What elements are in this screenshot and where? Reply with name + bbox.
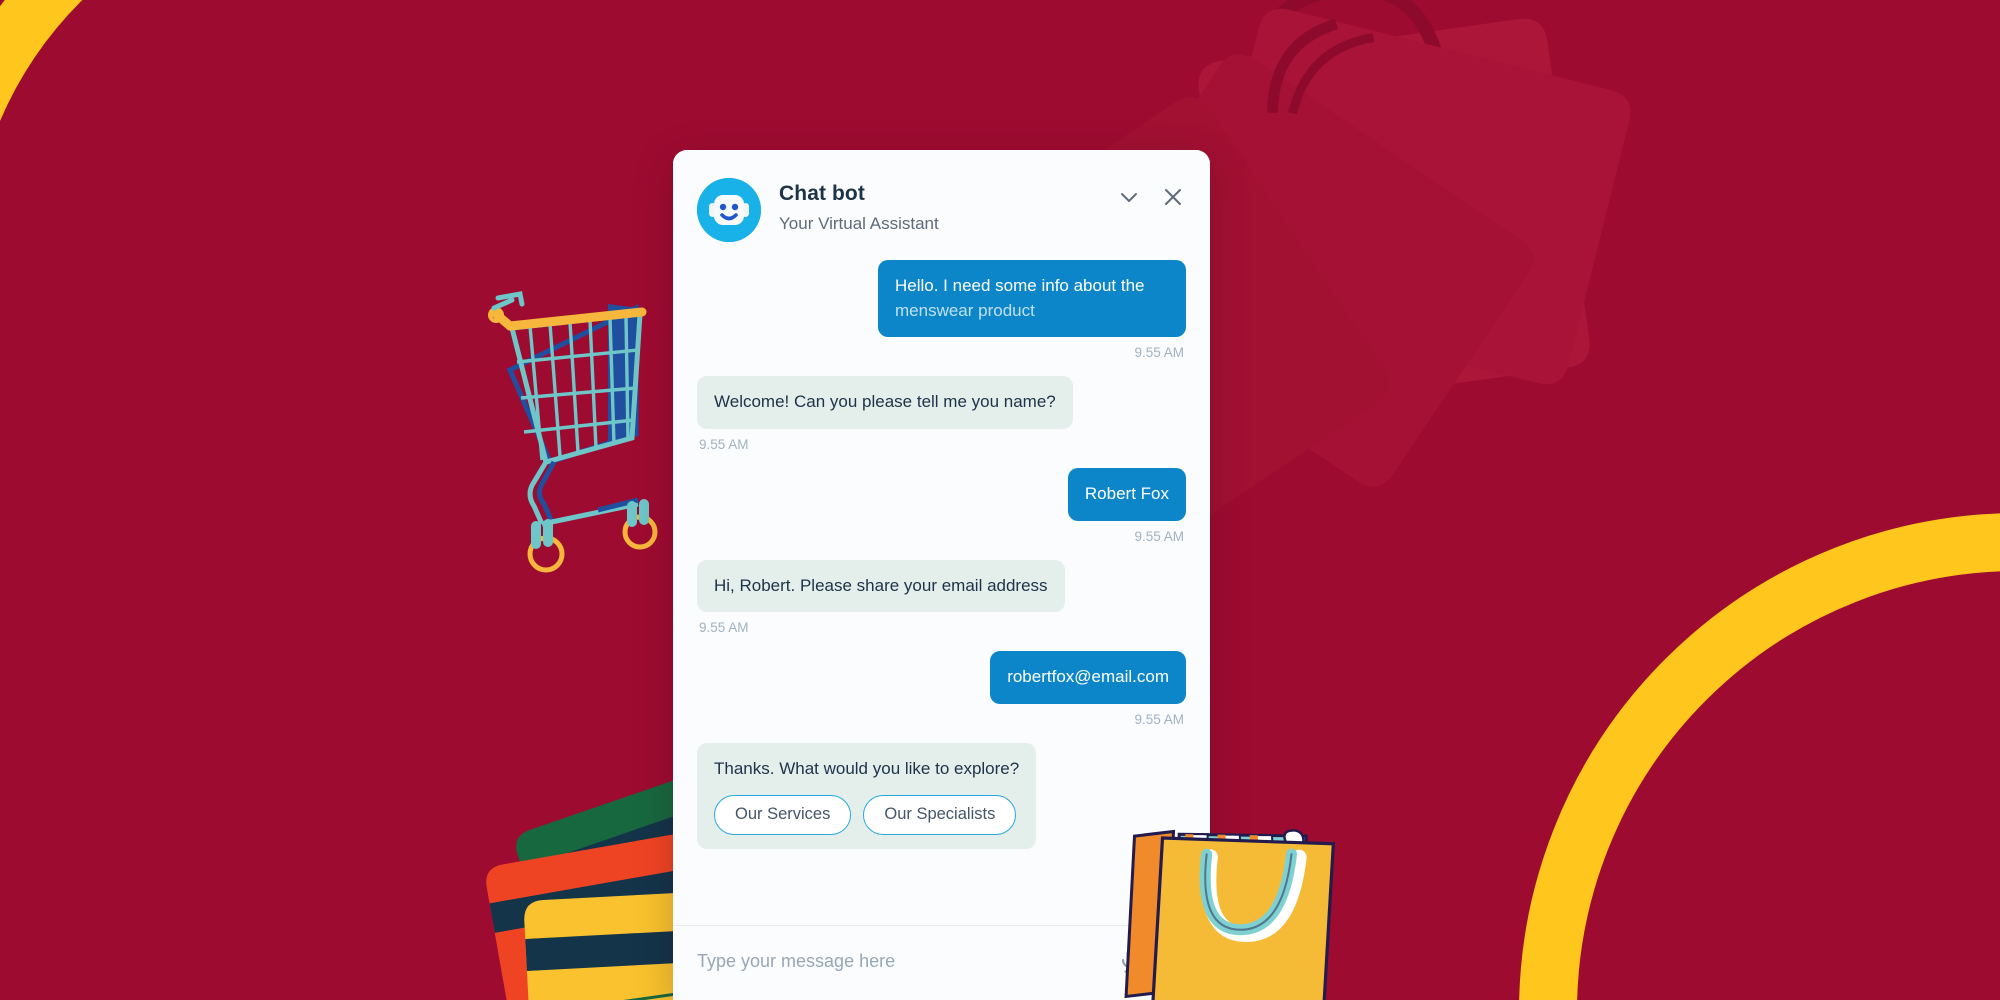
message-bubble: Robert Fox xyxy=(1067,467,1186,521)
message-timestamp: 9.55 AM xyxy=(699,620,749,636)
yellow-arc-bottom-right xyxy=(1519,513,2000,1000)
message-composer xyxy=(673,925,1210,1000)
bot-name: Chat bot xyxy=(779,182,865,205)
shopping-cart-illustration xyxy=(488,291,658,573)
screenshot-root: Chat bot Your Virtual Assistant Hello. I… xyxy=(0,0,2000,1000)
robot-avatar-icon xyxy=(697,178,761,242)
chat-window: Chat bot Your Virtual Assistant Hello. I… xyxy=(673,150,1210,1000)
bot-subtitle: Your Virtual Assistant xyxy=(779,214,939,234)
message-row-bot: Hi, Robert. Please share your email addr… xyxy=(697,559,1186,636)
quick-reply-our-services[interactable]: Our Services xyxy=(714,795,852,836)
paperclip-icon[interactable] xyxy=(1158,946,1186,976)
header-actions xyxy=(1116,176,1186,210)
yellow-arc-top-left xyxy=(0,0,83,122)
message-row-user: Robert Fox 9.55 AM xyxy=(697,467,1186,544)
message-text-primary: Hello. I need some info about the xyxy=(895,276,1145,295)
message-row-user: robertfox@email.com 9.55 AM xyxy=(697,651,1186,727)
message-timestamp: 9.55 AM xyxy=(1134,528,1184,544)
message-bubble: Hi, Robert. Please share your email addr… xyxy=(697,559,1065,613)
message-timestamp: 9.55 AM xyxy=(1134,345,1184,361)
message-input[interactable] xyxy=(697,950,1102,972)
message-row-user: Hello. I need some info about the menswe… xyxy=(697,260,1186,360)
quick-reply-group: Our Services Our Specialists xyxy=(714,795,1019,836)
close-icon[interactable] xyxy=(1160,184,1186,210)
message-text: Thanks. What would you like to explore? xyxy=(714,758,1020,778)
message-bubble: Thanks. What would you like to explore? … xyxy=(697,742,1037,850)
chevron-down-icon[interactable] xyxy=(1116,184,1142,210)
message-timestamp: 9.55 AM xyxy=(1134,711,1184,727)
quick-reply-our-specialists[interactable]: Our Specialists xyxy=(863,795,1017,836)
message-list: Hello. I need some info about the menswe… xyxy=(673,252,1210,925)
message-bubble: Welcome! Can you please tell me you name… xyxy=(697,376,1073,429)
chat-header: Chat bot Your Virtual Assistant xyxy=(673,150,1210,252)
microphone-icon[interactable] xyxy=(1116,946,1144,976)
message-bubble: Hello. I need some info about the menswe… xyxy=(878,260,1186,338)
message-timestamp: 9.55 AM xyxy=(699,436,749,452)
message-row-bot: Thanks. What would you like to explore? … xyxy=(697,742,1186,850)
message-row-bot: Welcome! Can you please tell me you name… xyxy=(697,376,1186,452)
message-text-secondary: menswear product xyxy=(895,300,1035,320)
message-bubble: robertfox@email.com xyxy=(990,651,1186,704)
